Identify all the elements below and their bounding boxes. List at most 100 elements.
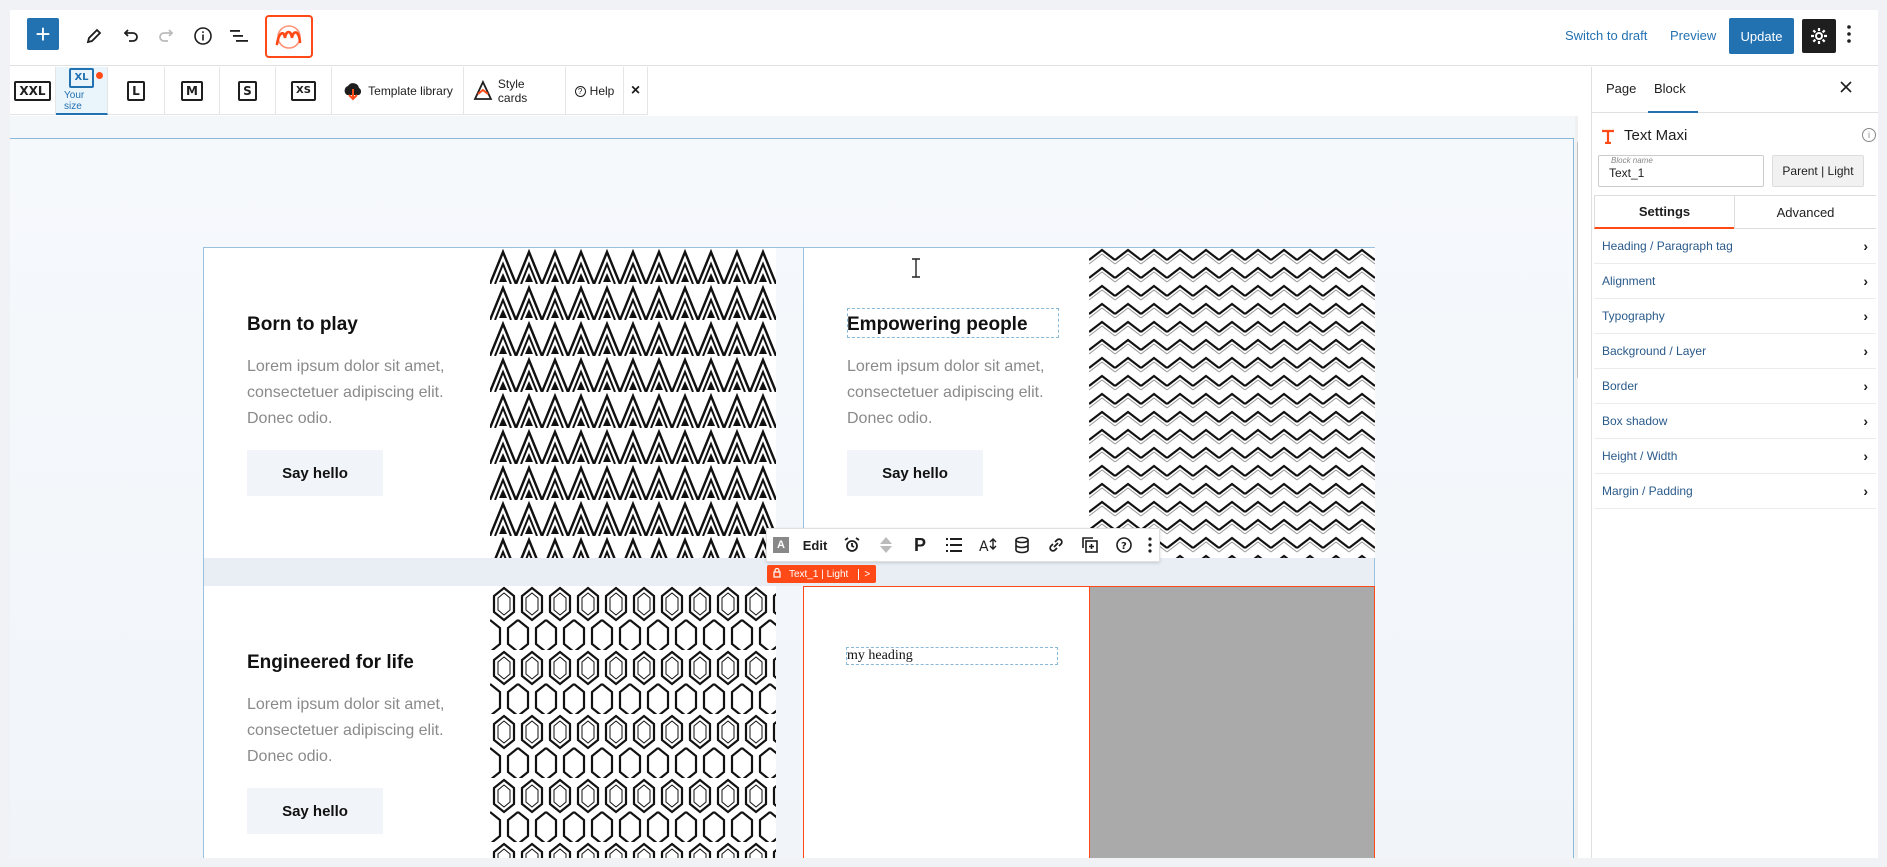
panel-alignment[interactable]: Alignment › <box>1594 264 1876 299</box>
panel-background-layer[interactable]: Background / Layer › <box>1594 334 1876 369</box>
panel-border[interactable]: Border › <box>1594 369 1876 404</box>
breakpoint-xxl-button[interactable]: XXL <box>10 67 56 115</box>
say-hello-button[interactable]: Say hello <box>247 450 383 496</box>
style-cards-icon <box>473 80 493 100</box>
preview-link[interactable]: Preview <box>1670 28 1716 43</box>
block-info-icon[interactable]: i <box>1862 128 1876 142</box>
breakpoint-l-button[interactable]: L <box>108 67 165 115</box>
editor-app: + Switch to draft Preview Update XXL XL … <box>10 10 1878 858</box>
breakpoint-xl-button[interactable]: XL Your size <box>56 67 108 115</box>
chevron-right-icon: › <box>1863 238 1868 254</box>
breakpoint-xs-icon: XS <box>291 81 316 101</box>
alignment-icon[interactable] <box>869 529 903 561</box>
alarm-icon[interactable] <box>835 529 869 561</box>
block-name-label: Block name <box>1611 156 1653 165</box>
say-hello-button[interactable]: Say hello <box>847 450 983 496</box>
parent-button[interactable]: Parent | Light <box>1772 155 1864 187</box>
settings-panel-list: Heading / Paragraph tag › Alignment › Typo… <box>1594 229 1876 509</box>
switch-to-draft-link[interactable]: Switch to draft <box>1565 28 1647 43</box>
panel-label: Background / Layer <box>1602 344 1707 358</box>
breakpoint-s-button[interactable]: S <box>220 67 276 115</box>
chevron-right-icon: › <box>1863 343 1868 359</box>
editor-canvas: Born to play Lorem ipsum dolor sit amet,… <box>10 116 1578 858</box>
card-title[interactable]: Empowering people <box>847 314 1028 336</box>
help-label: Help <box>589 84 615 98</box>
chevron-right-icon: › <box>1863 413 1868 429</box>
text-maxi-icon <box>1602 129 1614 144</box>
sidebar-tabs: Page Block <box>1592 67 1878 113</box>
active-tab-underline <box>1648 111 1698 113</box>
panel-typography[interactable]: Typography › <box>1594 299 1876 334</box>
text-cursor-icon <box>912 258 920 278</box>
block-name-value[interactable]: Text_1 <box>1609 166 1644 180</box>
panel-label: Border <box>1602 379 1639 393</box>
update-button[interactable]: Update <box>1729 18 1794 54</box>
paragraph-icon[interactable]: P <box>903 529 937 561</box>
redo-icon[interactable] <box>149 18 185 54</box>
block-title: Text Maxi <box>1600 127 1687 144</box>
tab-advanced[interactable]: Advanced <box>1734 195 1876 229</box>
responsive-toolbar: XXL XL Your size L M S XS Template libra… <box>10 67 648 115</box>
triangle-pattern-image[interactable] <box>490 248 776 558</box>
panel-label: Alignment <box>1602 274 1656 288</box>
more-icon[interactable] <box>1141 529 1159 561</box>
database-icon[interactable] <box>1005 529 1039 561</box>
tab-settings[interactable]: Settings <box>1594 195 1734 229</box>
link-icon[interactable] <box>1039 529 1073 561</box>
selected-column-divider <box>1089 586 1090 858</box>
plus-icon[interactable]: + <box>27 18 59 50</box>
gear-icon[interactable] <box>1802 19 1836 53</box>
block-name-field[interactable]: Block name Text_1 <box>1598 155 1764 187</box>
undo-icon[interactable] <box>112 18 148 54</box>
chevron-right-icon: › <box>1863 448 1868 464</box>
panel-label: Heading / Paragraph tag <box>1602 239 1733 253</box>
panel-heading-paragraph-tag[interactable]: Heading / Paragraph tag › <box>1594 229 1876 264</box>
help-button[interactable]: ? Help <box>566 67 624 115</box>
info-icon[interactable] <box>185 18 221 54</box>
card-title[interactable]: Engineered for life <box>247 652 414 674</box>
copy-icon[interactable] <box>1073 529 1107 561</box>
settings-sidebar: Page Block Text Maxi i Block name Text_1… <box>1591 67 1878 858</box>
card-body[interactable]: Lorem ipsum dolor sit amet, consectetuer… <box>847 354 1057 432</box>
your-size-label: Your size <box>64 90 85 112</box>
template-library-label: Template library <box>368 84 453 98</box>
edit-button[interactable]: Edit <box>795 529 835 561</box>
close-icon[interactable] <box>1840 77 1852 98</box>
tab-block[interactable]: Block <box>1654 81 1686 96</box>
more-options-icon[interactable] <box>1846 24 1852 49</box>
block-toolbar: A Edit P A ? <box>766 528 1160 562</box>
font-size-icon[interactable]: A <box>971 529 1005 561</box>
hexagon-pattern-image[interactable] <box>490 586 776 858</box>
help-icon[interactable]: ? <box>1107 529 1141 561</box>
template-library-button[interactable]: Template library <box>332 67 464 115</box>
text-type-icon[interactable]: A <box>767 529 795 561</box>
close-toolbar-icon[interactable]: × <box>624 67 648 115</box>
card-title[interactable]: Born to play <box>247 314 358 336</box>
panel-height-width[interactable]: Height / Width › <box>1594 439 1876 474</box>
card-born-to-play[interactable]: Born to play Lorem ipsum dolor sit amet,… <box>204 248 490 558</box>
breakpoint-m-button[interactable]: M <box>165 67 220 115</box>
zigzag-pattern-image[interactable] <box>1089 248 1375 558</box>
breakpoint-xs-button[interactable]: XS <box>276 67 332 115</box>
card-empowering-people[interactable]: Empowering people Lorem ipsum dolor sit … <box>803 248 1089 558</box>
style-cards-button[interactable]: Style cards <box>464 67 566 115</box>
panel-box-shadow[interactable]: Box shadow › <box>1594 404 1876 439</box>
maxi-logo[interactable] <box>265 15 313 58</box>
block-title-label: Text Maxi <box>1624 127 1688 144</box>
breadcrumb-label: Text_1 | Light <box>789 568 849 580</box>
list-icon[interactable] <box>937 529 971 561</box>
card-engineered-for-life[interactable]: Engineered for life Lorem ipsum dolor si… <box>204 586 490 858</box>
card-body[interactable]: Lorem ipsum dolor sit amet, consectetuer… <box>247 692 457 770</box>
scrollbar-thumb[interactable] <box>1577 140 1578 380</box>
say-hello-button[interactable]: Say hello <box>247 788 383 834</box>
list-view-icon[interactable] <box>221 18 257 54</box>
panel-margin-padding[interactable]: Margin / Padding › <box>1594 474 1876 509</box>
breakpoint-m-icon: M <box>181 81 203 101</box>
breakpoint-l-icon: L <box>127 81 145 101</box>
panel-label: Margin / Padding <box>1602 484 1693 498</box>
block-breadcrumb[interactable]: Text_1 | Light > <box>767 565 877 583</box>
pencil-icon[interactable] <box>76 18 112 54</box>
tab-page[interactable]: Page <box>1606 81 1636 96</box>
breadcrumb-arrow[interactable]: > <box>858 568 870 580</box>
card-body[interactable]: Lorem ipsum dolor sit amet, consectetuer… <box>247 354 457 432</box>
